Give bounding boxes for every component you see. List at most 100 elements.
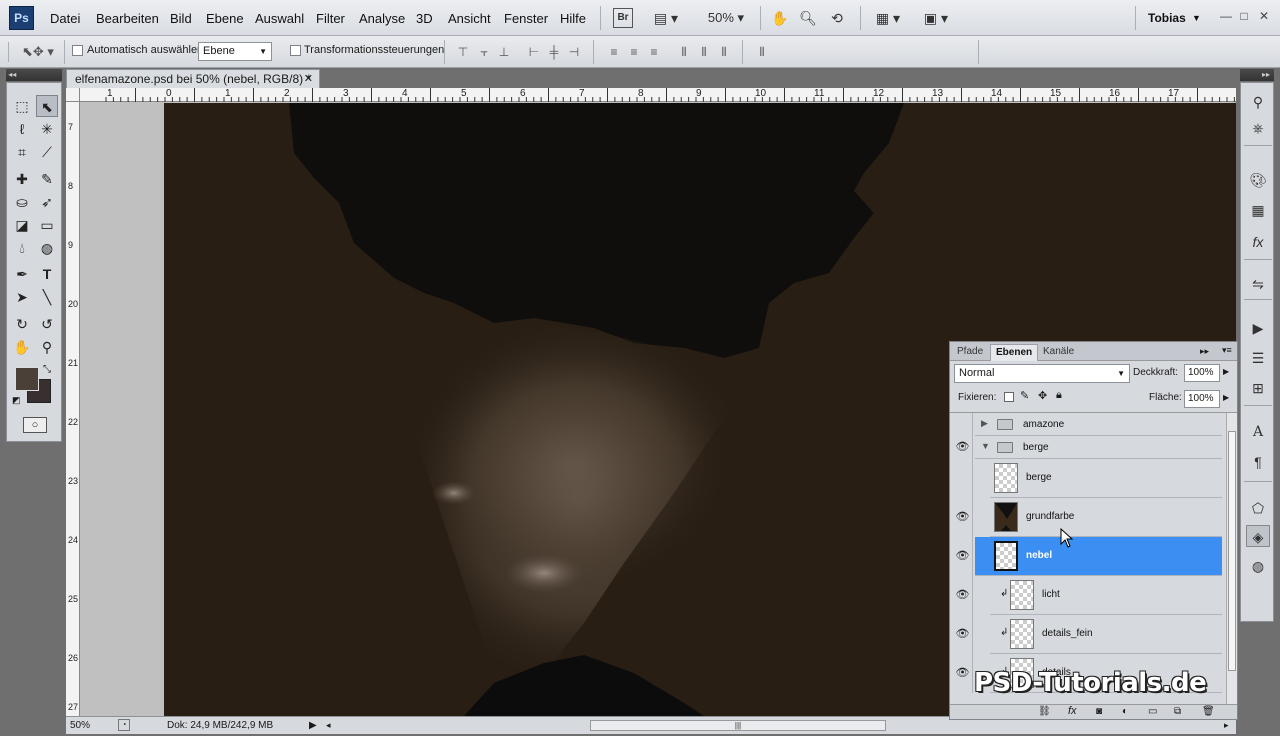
color-icon[interactable]: 🎨︎ — [1246, 169, 1270, 191]
auto-select-checkbox[interactable] — [72, 45, 83, 56]
brush-presets-icon[interactable]: ⚲ — [1246, 91, 1270, 113]
zoom-tool-icon[interactable]: ⚲ — [36, 336, 58, 358]
screen-mode-icon[interactable]: ▣ ▾ — [918, 8, 954, 28]
foreground-color-swatch-front[interactable] — [15, 367, 39, 391]
new-layer-icon[interactable]: ⧉ — [1174, 706, 1181, 717]
distribute-bottom-icon[interactable]: ≡ — [646, 44, 662, 60]
user-name[interactable]: Tobias — [1148, 11, 1186, 25]
swap-colors-icon[interactable]: ⤡ — [43, 364, 51, 375]
tab-kanaele[interactable]: Kanäle — [1038, 344, 1079, 361]
marquee-tool-icon[interactable]: ⬚ — [11, 95, 33, 117]
quick-mask-icon[interactable]: ○ — [23, 417, 47, 433]
menu-ansicht[interactable]: Ansicht — [448, 11, 491, 26]
fill-input[interactable]: 100% — [1184, 390, 1220, 408]
minimize-icon[interactable]: — — [1218, 8, 1234, 24]
align-right-icon[interactable]: ⊣ — [566, 44, 582, 60]
distribute-top-icon[interactable]: ≡ — [606, 44, 622, 60]
eye-icon[interactable]: 👁︎ — [953, 615, 973, 654]
align-left-icon[interactable]: ⊢ — [526, 44, 542, 60]
lock-all-icon[interactable]: 🔒︎ — [1056, 389, 1062, 402]
status-zoom[interactable]: 50% — [70, 717, 90, 734]
layer-details-fein[interactable]: ↲ details_fein — [990, 615, 1222, 654]
menu-auswahl[interactable]: Auswahl — [255, 11, 304, 26]
clone-stamp-tool-icon[interactable]: ⛀ — [11, 191, 33, 213]
adjustments-icon[interactable]: ⇋ — [1246, 273, 1270, 295]
align-top-icon[interactable]: ⊤ — [455, 44, 471, 60]
align-vcenter-icon[interactable]: ⫟ — [476, 44, 492, 60]
close-document-icon[interactable]: ✕ — [304, 70, 313, 88]
layer-style-icon[interactable]: fx — [1068, 705, 1077, 717]
link-layers-icon[interactable]: ⛓ — [1038, 706, 1051, 717]
menu-ebene[interactable]: Ebene — [206, 11, 244, 26]
layers-scrollbar[interactable] — [1226, 413, 1237, 708]
new-group-icon[interactable]: ▭ — [1148, 706, 1157, 717]
menu-fenster[interactable]: Fenster — [504, 11, 548, 26]
visibility-toggle[interactable] — [953, 459, 973, 498]
hand-tool-icon[interactable]: ✋ — [11, 336, 33, 358]
dodge-tool-icon[interactable]: ◍ — [36, 237, 58, 259]
layer-licht[interactable]: ↲ licht — [990, 576, 1222, 615]
zoom-level-select[interactable]: 50% ▾ — [702, 8, 750, 28]
tools-dock-header[interactable]: ◂◂ — [6, 69, 62, 81]
right-dock-header[interactable]: ▸▸ — [1240, 69, 1274, 81]
trash-icon[interactable]: 🗑︎ — [1202, 706, 1215, 717]
align-hcenter-icon[interactable]: ╪ — [546, 44, 562, 60]
chevron-down-icon[interactable]: ▼ — [1192, 13, 1201, 23]
document-tab[interactable]: elfenamazone.psd bei 50% (nebel, RGB/8) … — [66, 69, 320, 88]
channels-icon[interactable]: ◍ — [1246, 555, 1270, 577]
eye-icon[interactable]: 👁︎ — [953, 436, 973, 459]
menu-analyse[interactable]: Analyse — [359, 11, 405, 26]
eye-icon[interactable]: 👁︎ — [953, 498, 973, 537]
styles-icon[interactable]: fx — [1246, 231, 1270, 253]
type-tool-icon[interactable]: T — [36, 263, 58, 285]
align-bottom-icon[interactable]: ⊥ — [496, 44, 512, 60]
distribute-vcenter-icon[interactable]: ≡ — [626, 44, 642, 60]
distribute-left-icon[interactable]: ⦀ — [676, 44, 692, 60]
menu-3d[interactable]: 3D — [416, 11, 433, 26]
line-tool-icon[interactable]: ╲ — [36, 286, 58, 308]
crop-tool-icon[interactable]: ⌗ — [11, 141, 33, 163]
tab-ebenen[interactable]: Ebenen — [990, 344, 1039, 361]
distribute-right-icon[interactable]: ⦀ — [716, 44, 732, 60]
tab-pfade[interactable]: Pfade — [952, 344, 988, 361]
history-icon[interactable]: ☰ — [1246, 347, 1270, 369]
layer-group-amazone[interactable]: ▶ amazone — [975, 413, 1222, 436]
eye-icon[interactable]: 👁︎ — [953, 576, 973, 615]
scroll-left-icon[interactable]: ◂ — [326, 717, 331, 734]
swatches-icon[interactable]: ▦ — [1246, 199, 1270, 221]
pen-tool-icon[interactable]: ✒ — [11, 263, 33, 285]
magic-wand-tool-icon[interactable]: ✳ — [36, 118, 58, 140]
horizontal-scrollbar-thumb[interactable]: ||| — [590, 720, 886, 731]
fill-slider-arrow-icon[interactable]: ▶ — [1223, 393, 1229, 402]
transform-controls-checkbox[interactable] — [290, 45, 301, 56]
lock-transparency-icon[interactable] — [1004, 392, 1014, 402]
vertical-ruler[interactable]: 7 8 9 20 21 22 23 24 25 26 27 — [66, 102, 80, 716]
eyedropper-tool-icon[interactable]: ⟋ — [36, 141, 58, 163]
layer-group-berge[interactable]: ▼ berge — [975, 436, 1222, 459]
path-selection-tool-icon[interactable]: ➤ — [11, 286, 33, 308]
layer-nebel[interactable]: nebel — [975, 537, 1222, 576]
eraser-tool-icon[interactable]: ◪ — [11, 214, 33, 236]
menu-filter[interactable]: Filter — [316, 11, 345, 26]
rotate-view-icon[interactable]: ⟲ — [826, 8, 848, 28]
maximize-icon[interactable]: □ — [1236, 8, 1252, 24]
zoom-icon[interactable]: 🔍︎ — [798, 8, 818, 28]
actions-icon[interactable]: ▶ — [1246, 317, 1270, 339]
character-icon[interactable]: A — [1246, 421, 1270, 443]
blend-mode-select[interactable]: Normal ▼ — [954, 364, 1130, 383]
opacity-input[interactable]: 100% — [1184, 364, 1220, 382]
collapse-panel-icon[interactable]: ▸▸ — [1200, 346, 1209, 357]
lock-image-icon[interactable]: ✎ — [1020, 389, 1029, 402]
distribute-hcenter-icon[interactable]: ⦀ — [696, 44, 712, 60]
layers-scrollbar-thumb[interactable] — [1228, 431, 1236, 671]
auto-align-icon[interactable]: ⫴ — [754, 44, 770, 60]
info-icon[interactable]: ⊞ — [1246, 377, 1270, 399]
menu-hilfe[interactable]: Hilfe — [560, 11, 586, 26]
adjustment-layer-icon[interactable]: ◐ — [1122, 706, 1128, 717]
hand-icon[interactable]: ✋ — [770, 8, 790, 28]
close-icon[interactable]: ✕ — [1256, 8, 1272, 24]
layer-grundfarbe[interactable]: grundfarbe — [990, 498, 1222, 537]
gradient-tool-icon[interactable]: ▭ — [36, 214, 58, 236]
horizontal-ruler[interactable]: 1 0 1 2 3 4 5 6 7 8 9 10 11 12 13 14 15 … — [80, 88, 1236, 102]
layer-mask-icon[interactable]: ◙ — [1096, 706, 1102, 717]
